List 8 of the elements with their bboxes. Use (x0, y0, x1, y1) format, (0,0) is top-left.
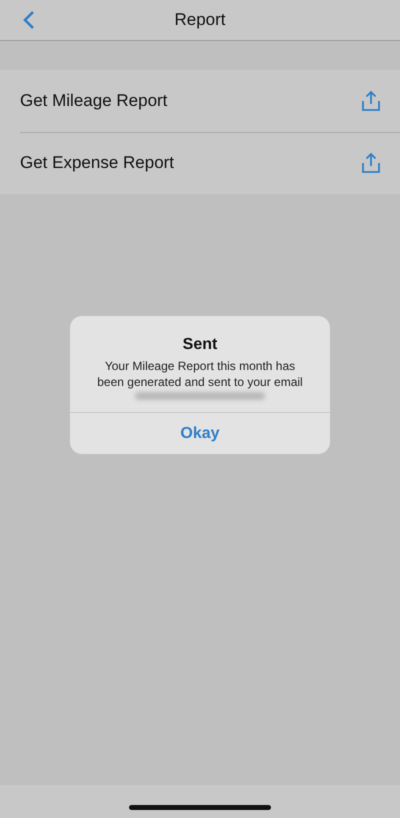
report-option[interactable]: Get Mileage Report (20, 91, 168, 111)
alert-title: Sent (182, 336, 218, 354)
share-icon[interactable] (360, 152, 382, 174)
report-option[interactable]: Get Expense Report (20, 153, 174, 173)
alert-message: Your Mileage Report this month has been generated and sent to your email (96, 358, 304, 390)
back-icon[interactable] (22, 10, 36, 30)
share-icon[interactable] (360, 90, 382, 112)
screen-title: Report (174, 10, 226, 30)
